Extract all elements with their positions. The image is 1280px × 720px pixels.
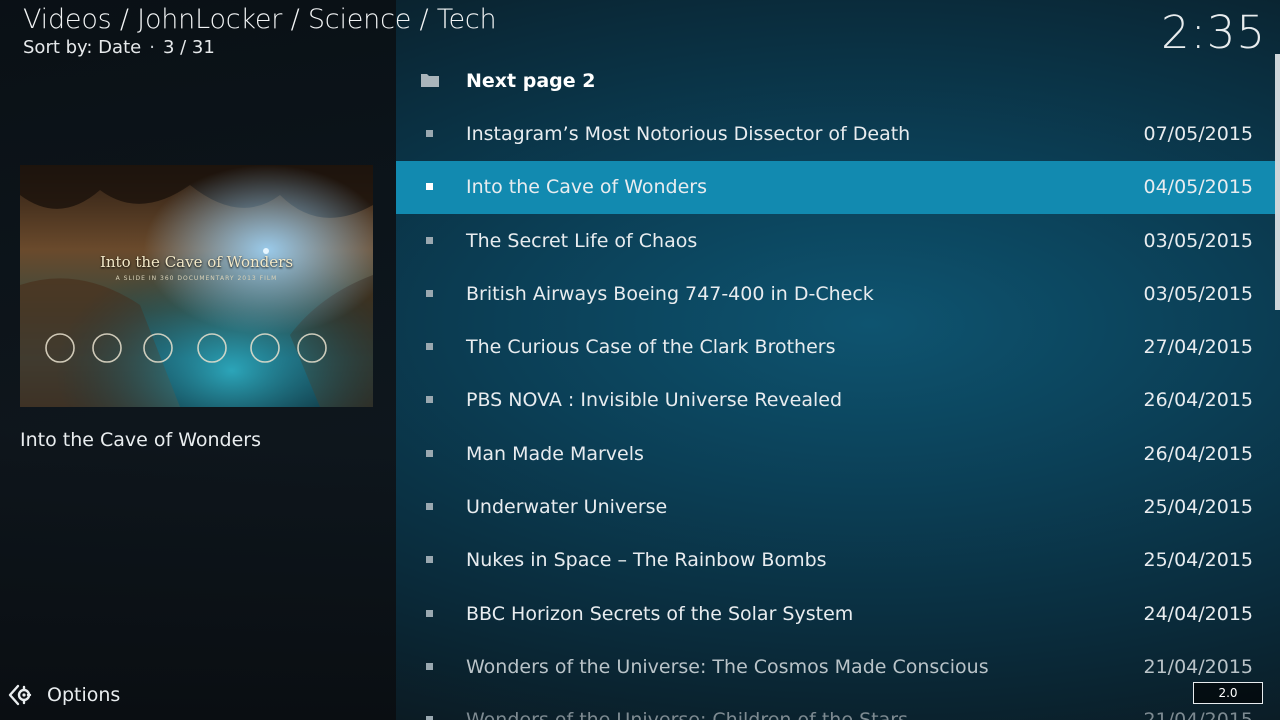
list-item[interactable]: Wonders of the Universe: Children of the… [396,694,1276,720]
bullet-icon [426,716,433,720]
item-title: Man Made Marvels [466,442,644,465]
item-date: 25/04/2015 [1143,549,1253,572]
media-browser: Videos / JohnLocker / Science / Tech Sor… [0,0,1280,720]
item-title: The Secret Life of Chaos [466,229,698,252]
item-title: Underwater Universe [466,496,668,519]
bullet-icon [426,662,433,670]
list-item[interactable]: PBS NOVA : Invisible Universe Revealed 26… [396,374,1276,427]
item-date: 25/04/2015 [1143,496,1253,519]
version-badge: 2.0 [1193,682,1263,704]
item-title: BBC Horizon Secrets of the Solar System [466,602,854,625]
video-list: Next page 2 Instagram’s Most Notorious Di… [396,54,1276,720]
thumbnail-subtitle: A SLIDE IN 360 DOCUMENTARY 2013 FILM [115,275,278,282]
item-date: 03/05/2015 [1143,282,1253,305]
scrollbar[interactable] [1275,54,1280,310]
item-title: Into the Cave of Wonders [466,176,708,199]
item-date: 24/04/2015 [1143,602,1253,625]
item-date: 27/04/2015 [1143,336,1253,359]
list-item[interactable]: British Airways Boeing 747-400 in D-Chec… [396,267,1276,320]
thumbnail: Into the Cave of Wonders A SLIDE IN 360 … [20,165,373,407]
bullet-icon [426,556,433,564]
item-title: Wonders of the Universe: The Cosmos Made… [466,655,989,678]
separator: · [149,37,155,58]
item-date: 07/05/2015 [1143,122,1253,145]
list-item[interactable]: The Curious Case of the Clark Brothers 27… [396,320,1276,373]
item-date: 04/05/2015 [1143,176,1253,199]
bullet-icon [426,236,433,244]
bullet-icon [426,449,433,457]
list-item[interactable]: BBC Horizon Secrets of the Solar System 2… [396,587,1276,640]
item-date: 26/04/2015 [1143,389,1253,412]
item-position: 3 / 31 [162,37,215,58]
selected-item-title: Into the Cave of Wonders [20,429,262,451]
options-label: Options [47,684,121,706]
item-title: PBS NOVA : Invisible Universe Revealed [466,389,843,412]
clock: 2:35 [1160,6,1266,59]
item-title: Next page 2 [466,69,596,92]
options-button[interactable]: Options [8,683,120,707]
list-item[interactable]: The Secret Life of Chaos 03/05/2015 [396,214,1276,267]
list-item[interactable]: Underwater Universe 25/04/2015 [396,480,1276,533]
item-date: 21/04/2015 [1143,709,1253,720]
folder-icon [421,73,439,87]
item-date: 21/04/2015 [1143,655,1253,678]
list-item[interactable]: Into the Cave of Wonders 04/05/2015 [396,160,1276,214]
bullet-icon [426,609,433,617]
bullet-icon [426,183,433,191]
list-item[interactable]: Man Made Marvels 26/04/2015 [396,427,1276,480]
next-page-item[interactable]: Next page 2 [396,54,1276,107]
sort-info: Sort by: Date · 3 / 31 [23,37,215,58]
item-title: Nukes in Space – The Rainbow Bombs [466,549,827,572]
sort-label[interactable]: Sort by: Date [23,37,141,58]
breadcrumb: Videos / JohnLocker / Science / Tech [23,4,497,35]
list-item[interactable]: Wonders of the Universe: The Cosmos Made… [396,640,1276,693]
bullet-icon [426,343,433,351]
item-title: Instagram’s Most Notorious Dissector of … [466,122,911,145]
bullet-icon [426,396,433,404]
bullet-icon [426,289,433,297]
gear-arrow-icon [8,684,32,706]
item-title: Wonders of the Universe: Children of the… [466,709,908,720]
item-title: The Curious Case of the Clark Brothers [466,336,836,359]
item-date: 03/05/2015 [1143,229,1253,252]
cave-thumbnail-image [20,165,373,407]
bullet-icon [426,129,433,137]
item-title: British Airways Boeing 747-400 in D-Chec… [466,282,874,305]
item-date: 26/04/2015 [1143,442,1253,465]
list-item[interactable]: Nukes in Space – The Rainbow Bombs 25/04/… [396,534,1276,587]
list-item[interactable]: Instagram’s Most Notorious Dissector of … [396,107,1276,160]
thumbnail-title: Into the Cave of Wonders [99,253,294,271]
bullet-icon [426,503,433,511]
